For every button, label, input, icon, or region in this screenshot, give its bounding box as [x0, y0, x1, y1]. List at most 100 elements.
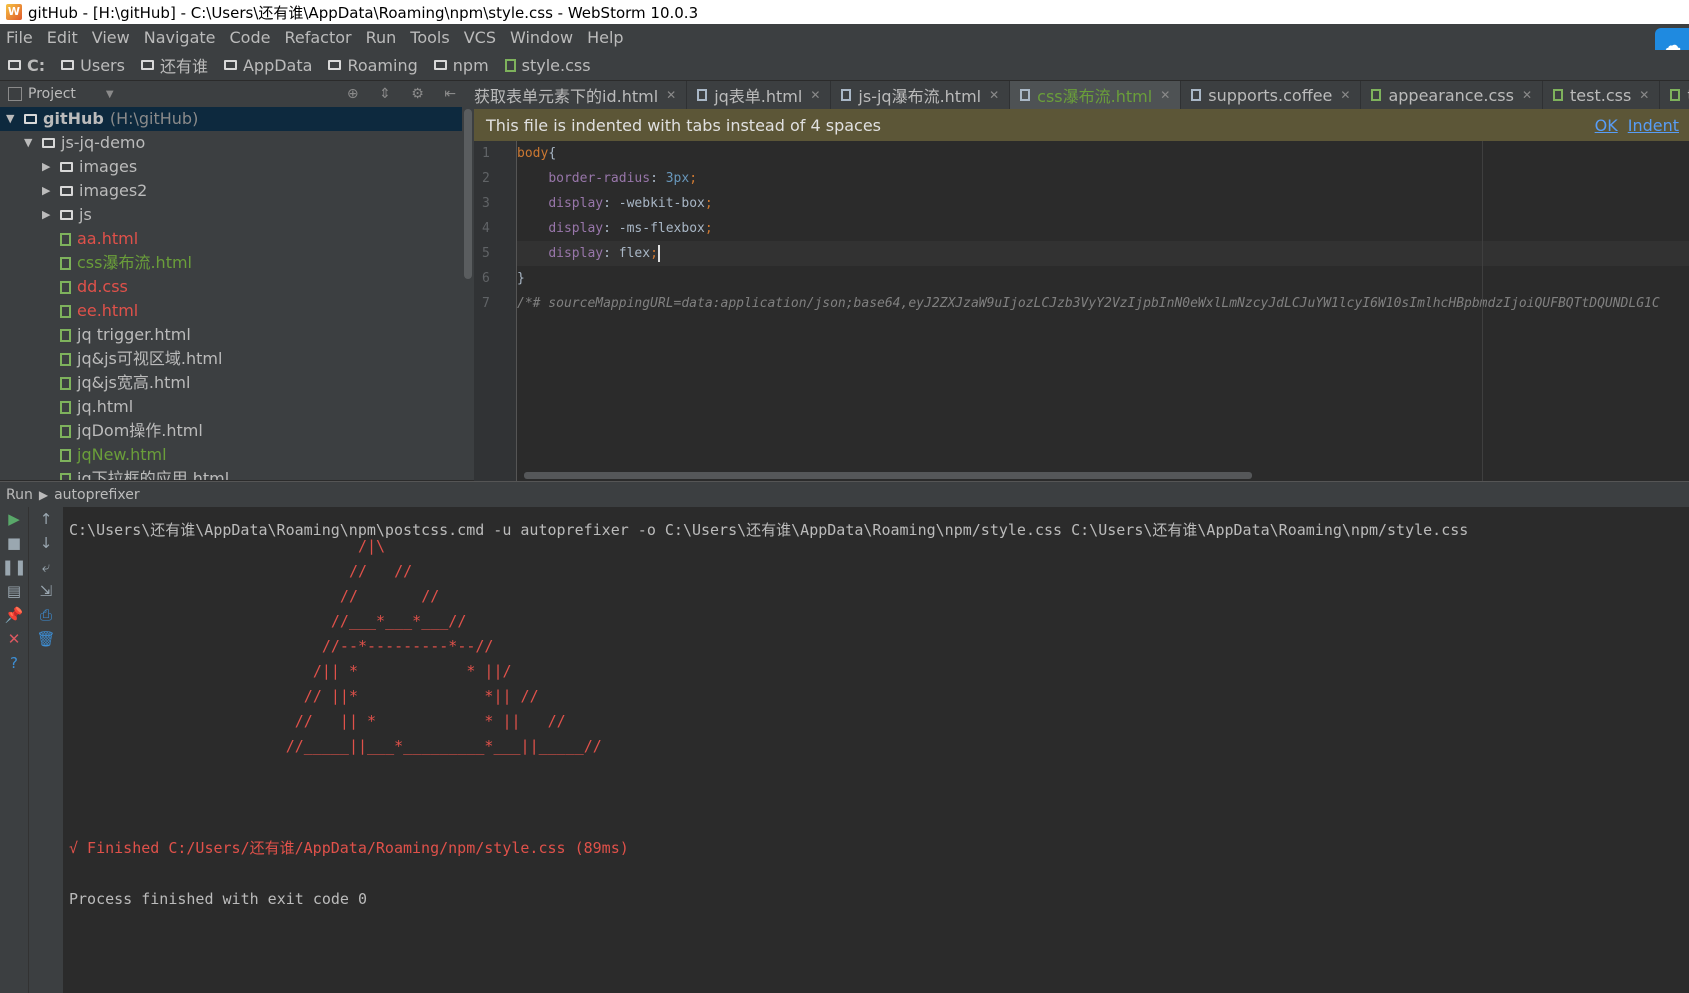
menu-tools[interactable]: Tools: [403, 28, 456, 47]
breadcrumb-item[interactable]: npm: [426, 56, 497, 75]
clear-all-icon[interactable]: 🗑: [29, 627, 63, 651]
scroll-down-icon[interactable]: ↓: [29, 531, 63, 555]
tab-close-icon[interactable]: ✕: [1639, 88, 1649, 102]
rerun-icon[interactable]: ▶: [0, 507, 28, 531]
close-icon[interactable]: ✕: [0, 627, 28, 651]
tree-item-label: jq&js可视区域.html: [77, 349, 223, 368]
console-ascii-art-line: /|\: [69, 537, 386, 555]
project-scrollbar[interactable]: [462, 107, 474, 480]
run-console[interactable]: C:\Users\还有谁\AppData\Roaming\npm\postcss…: [63, 507, 1689, 993]
tree-folder[interactable]: ▼ gitHub (H:\gitHub): [0, 107, 462, 131]
tree-folder[interactable]: ▶ js: [0, 203, 462, 227]
tree-file[interactable]: jq&js可视区域.html: [0, 347, 462, 371]
tree-folder[interactable]: ▶ images2: [0, 179, 462, 203]
tree-file[interactable]: jqDom操作.html: [0, 419, 462, 443]
menu-help[interactable]: Help: [580, 28, 630, 47]
tree-file[interactable]: aa.html: [0, 227, 462, 251]
help-icon[interactable]: ?: [0, 651, 28, 675]
project-panel-header[interactable]: Project ▼ ⊕ ⇕ ⚙ ⇤: [0, 81, 474, 108]
collapse-arrow-icon[interactable]: ▶: [42, 179, 52, 203]
breadcrumb-item[interactable]: AppData: [216, 56, 320, 75]
pause-icon[interactable]: ❚❚: [0, 555, 28, 579]
webstorm-logo-icon: W: [6, 4, 22, 20]
tab-close-icon[interactable]: ✕: [810, 88, 820, 102]
tree-file[interactable]: jq trigger.html: [0, 323, 462, 347]
menu-run[interactable]: Run: [359, 28, 404, 47]
expand-arrow-icon[interactable]: ▼: [6, 107, 16, 131]
line-number: 7: [482, 296, 490, 311]
editor-tab[interactable]: css瀑布流.html ✕: [1010, 81, 1182, 109]
collapse-arrow-icon[interactable]: ▶: [42, 203, 52, 227]
tree-item-label: dd.css: [77, 277, 128, 296]
tree-folder[interactable]: ▶ images: [0, 155, 462, 179]
dump-threads-icon[interactable]: ▤: [0, 579, 28, 603]
scroll-up-icon[interactable]: ↑: [29, 507, 63, 531]
tree-file[interactable]: jqNew.html: [0, 443, 462, 467]
code-line: border-radius: 3px;: [548, 171, 698, 186]
html-file-icon: [1020, 89, 1031, 101]
tree-file[interactable]: jq下拉框的应用.html: [0, 467, 462, 480]
code-editor[interactable]: body{ border-radius: 3px; display: -webk…: [517, 141, 1689, 481]
menu-vcs[interactable]: VCS: [457, 28, 503, 47]
scroll-to-end-icon[interactable]: ⇲: [29, 579, 63, 603]
tree-file[interactable]: dd.css: [0, 275, 462, 299]
folder-icon: [223, 60, 237, 70]
tree-folder[interactable]: ▼ js-jq-demo: [0, 131, 462, 155]
console-finished-line: √ Finished C:/Users/还有谁/AppData/Roaming/…: [69, 839, 629, 857]
scrollbar-thumb[interactable]: [464, 109, 472, 279]
run-config-name[interactable]: autoprefixer: [54, 487, 140, 503]
editor-tab[interactable]: jq表单.html ✕: [687, 81, 832, 109]
menu-code[interactable]: Code: [223, 28, 278, 47]
tree-file[interactable]: jq&js宽高.html: [0, 371, 462, 395]
notification-message: This file is indented with tabs instead …: [486, 115, 882, 135]
menu-view[interactable]: View: [85, 28, 137, 47]
console-ascii-art-line: //_____||___*_________*___||_____//: [69, 737, 602, 755]
breadcrumb-item[interactable]: C:: [0, 56, 53, 75]
notification-indent-link[interactable]: Indent: [1628, 116, 1679, 135]
line-number-gutter: 1 2 3 4 5 6 7: [474, 141, 517, 481]
notification-ok-link[interactable]: OK: [1595, 116, 1618, 135]
stop-icon[interactable]: ■: [0, 531, 28, 555]
breadcrumb-item[interactable]: 还有谁: [133, 53, 216, 77]
editor-tab[interactable]: supports.coffee ✕: [1181, 81, 1362, 109]
tab-label: 获取表单元素下的id.html: [474, 87, 659, 106]
breadcrumb-item[interactable]: Users: [53, 56, 133, 75]
breadcrumb-item[interactable]: Roaming: [320, 56, 425, 75]
editor-tab[interactable]: 获取表单元素下的id.html ✕: [474, 81, 688, 109]
chevron-down-icon[interactable]: ▼: [106, 89, 114, 100]
menu-edit[interactable]: Edit: [40, 28, 85, 47]
project-toolbar-icons[interactable]: ⊕ ⇕ ⚙ ⇤: [347, 86, 464, 102]
tree-file[interactable]: css瀑布流.html: [0, 251, 462, 275]
pin-icon[interactable]: 📌: [0, 603, 28, 627]
menu-file[interactable]: File: [0, 28, 40, 47]
menu-refactor[interactable]: Refactor: [277, 28, 358, 47]
project-view-selector[interactable]: Project: [28, 86, 76, 102]
indent-notification: This file is indented with tabs instead …: [474, 109, 1689, 141]
tab-close-icon[interactable]: ✕: [1522, 88, 1532, 102]
collapse-arrow-icon[interactable]: ▶: [42, 155, 52, 179]
project-icon: [8, 87, 22, 101]
tab-close-icon[interactable]: ✕: [1340, 88, 1350, 102]
tab-close-icon[interactable]: ✕: [989, 88, 999, 102]
menu-navigate[interactable]: Navigate: [137, 28, 223, 47]
print-icon[interactable]: ⎙: [29, 603, 63, 627]
menu-window[interactable]: Window: [503, 28, 580, 47]
editor-horizontal-scrollbar[interactable]: [524, 472, 1252, 479]
project-tree: ▼ gitHub (H:\gitHub) ▼ js-jq-demo ▶ images ▶ ima…: [0, 107, 462, 480]
tab-close-icon[interactable]: ✕: [1160, 88, 1170, 102]
run-tool-window-header: Run ▶ autoprefixer: [0, 481, 1689, 508]
run-toolbar-primary: ▶ ■ ❚❚ ▤ 📌 ✕ ?: [0, 507, 29, 993]
line-number: 4: [482, 221, 490, 236]
editor-tab[interactable]: test.css ✕: [1543, 81, 1661, 109]
editor-tab[interactable]: appearance.css ✕: [1361, 81, 1544, 109]
tree-file[interactable]: jq.html: [0, 395, 462, 419]
editor-tab[interactable]: test.out.css✕: [1660, 81, 1689, 109]
expand-arrow-icon[interactable]: ▼: [24, 131, 34, 155]
file-icon: [60, 424, 71, 438]
breadcrumb-item[interactable]: style.css: [497, 56, 599, 75]
css-file-icon: [1670, 89, 1681, 101]
editor-tab[interactable]: js-jq瀑布流.html ✕: [831, 81, 1011, 109]
tab-close-icon[interactable]: ✕: [666, 88, 676, 102]
soft-wrap-icon[interactable]: ⤶: [29, 555, 63, 579]
tree-file[interactable]: ee.html: [0, 299, 462, 323]
